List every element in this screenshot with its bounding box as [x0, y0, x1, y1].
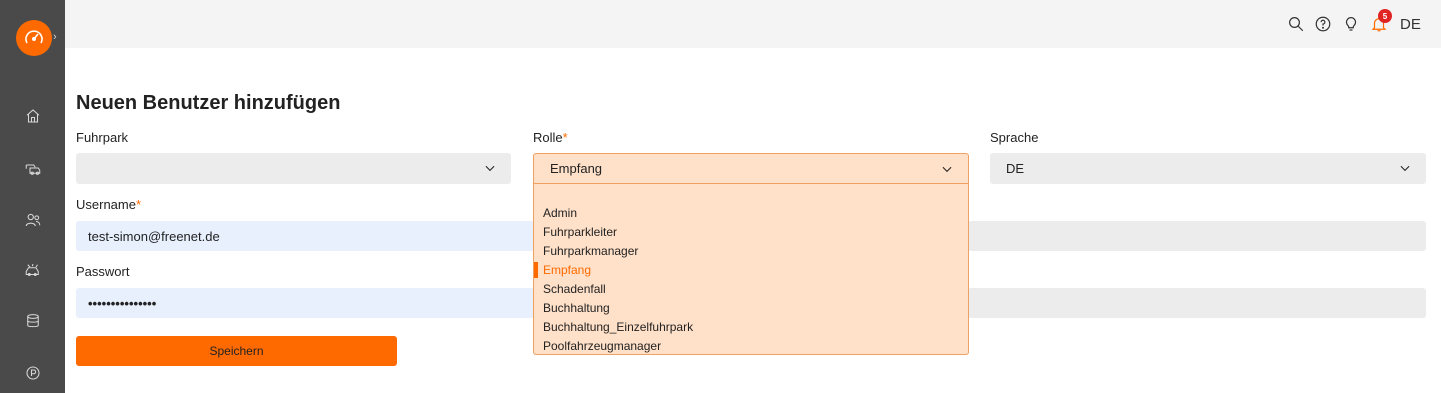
database-icon[interactable]	[22, 310, 44, 332]
username-input[interactable]: test-simon@freenet.de	[76, 221, 536, 251]
rolle-option[interactable]: Fuhrparkmanager	[543, 244, 638, 258]
users-icon[interactable]	[22, 209, 44, 231]
chevron-down-icon	[483, 161, 497, 175]
rolle-option-selected[interactable]: Empfang	[543, 263, 591, 277]
chevron-down-icon	[940, 162, 954, 176]
password-value: •••••••••••••••	[88, 295, 157, 311]
username-label: Username*	[76, 197, 141, 212]
home-icon[interactable]	[22, 105, 44, 127]
vehicles-icon[interactable]	[22, 157, 44, 179]
rolle-option[interactable]: Schadenfall	[543, 282, 606, 296]
rolle-label-text: Rolle	[533, 130, 563, 145]
help-icon[interactable]	[1313, 14, 1333, 34]
page-title: Neuen Benutzer hinzufügen	[76, 92, 341, 114]
logo-speedometer-icon[interactable]	[16, 20, 52, 56]
rolle-select-value: Empfang	[550, 161, 603, 176]
active-option-indicator	[534, 262, 538, 278]
rolle-option[interactable]: Buchhaltung	[543, 301, 610, 315]
search-icon[interactable]	[1286, 14, 1306, 34]
required-mark: *	[562, 130, 568, 145]
fuhrpark-select[interactable]	[76, 153, 511, 184]
rolle-select[interactable]: Empfang	[533, 153, 969, 184]
parking-icon[interactable]	[22, 362, 44, 384]
rolle-dropdown-list: Admin Fuhrparkleiter Fuhrparkmanager Emp…	[533, 184, 969, 355]
save-button[interactable]: Speichern	[76, 336, 397, 366]
top-bar	[65, 0, 1441, 48]
chevron-down-icon	[1398, 161, 1412, 175]
passwort-label: Passwort	[76, 264, 130, 279]
sidebar: ›	[0, 0, 65, 393]
notification-badge: 5	[1378, 9, 1392, 23]
sprache-select[interactable]: DE	[990, 153, 1426, 184]
required-mark: *	[135, 197, 142, 212]
sprache-select-value: DE	[1006, 161, 1025, 176]
damage-car-icon[interactable]	[22, 259, 44, 281]
rolle-option[interactable]: Fuhrparkleiter	[543, 225, 617, 239]
rolle-option[interactable]: Poolfahrzeugmanager	[543, 339, 661, 353]
fuhrpark-label: Fuhrpark	[76, 130, 129, 145]
rolle-option[interactable]: Buchhaltung_Einzelfuhrpark	[543, 320, 693, 334]
lightbulb-icon[interactable]	[1341, 14, 1361, 34]
rolle-label: Rolle*	[533, 130, 568, 145]
password-extra-field[interactable]	[968, 288, 1426, 318]
language-switcher[interactable]: DE	[1400, 16, 1421, 33]
username-extra-field[interactable]	[968, 221, 1426, 251]
rolle-option[interactable]: Admin	[543, 206, 577, 220]
password-input[interactable]: •••••••••••••••	[76, 288, 536, 318]
sidebar-expand-icon[interactable]: ›	[53, 31, 57, 43]
sprache-label: Sprache	[990, 130, 1039, 145]
username-label-text: Username	[76, 197, 136, 212]
